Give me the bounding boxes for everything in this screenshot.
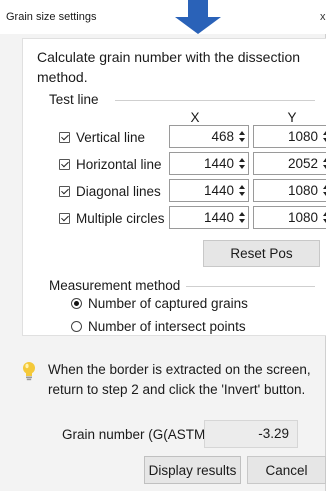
diagonal-lines-label: Diagonal lines	[76, 183, 161, 199]
settings-panel: Calculate grain number with the dissecti…	[22, 38, 326, 336]
diagonal-lines-y-spinner[interactable]: 1080	[253, 179, 326, 202]
grain-number-label: Grain number (G(ASTM)):	[62, 427, 219, 442]
title-bar: Grain size settings x	[0, 0, 326, 34]
intersect-points-radio[interactable]: Number of intersect points	[71, 316, 246, 336]
horizontal-line-label: Horizontal line	[76, 156, 162, 172]
spinner-arrows-icon[interactable]	[322, 156, 326, 171]
diagonal-lines-x-spinner[interactable]: 1440	[169, 179, 249, 202]
radio-unselected-icon	[71, 320, 82, 332]
horizontal-line-x-spinner[interactable]: 1440	[169, 152, 249, 175]
spinner-value: 1440	[203, 183, 234, 198]
spinner-value: 468	[211, 129, 234, 144]
test-line-divider	[115, 100, 315, 101]
intro-text: Calculate grain number with the dissecti…	[37, 49, 301, 85]
lightbulb-icon	[23, 362, 35, 381]
vertical-line-checkbox[interactable]: Vertical line	[59, 127, 145, 147]
vertical-line-label: Vertical line	[76, 129, 146, 145]
spinner-arrows-icon[interactable]	[322, 210, 326, 225]
spinner-value: 1080	[287, 183, 318, 198]
checkbox-checked-icon	[59, 212, 70, 224]
close-icon[interactable]: x	[320, 10, 326, 24]
spinner-arrows-icon[interactable]	[238, 183, 246, 198]
horizontal-line-checkbox[interactable]: Horizontal line	[59, 154, 162, 174]
grain-size-dialog: Grain size settings x Calculate grain nu…	[0, 0, 326, 491]
spinner-arrows-icon[interactable]	[322, 183, 326, 198]
captured-grains-radio[interactable]: Number of captured grains	[71, 293, 248, 313]
spinner-arrows-icon[interactable]	[322, 129, 326, 144]
multiple-circles-checkbox[interactable]: Multiple circles	[59, 208, 165, 228]
captured-grains-label: Number of captured grains	[88, 295, 248, 311]
spinner-value: 1440	[203, 156, 234, 171]
diagonal-lines-checkbox[interactable]: Diagonal lines	[59, 181, 161, 201]
hint-text: When the border is extracted on the scre…	[48, 362, 311, 397]
cancel-button[interactable]: Cancel	[247, 456, 326, 484]
spinner-value: 1080	[287, 129, 318, 144]
grain-number-value: -3.29	[204, 420, 298, 448]
multiple-circles-label: Multiple circles	[76, 210, 165, 226]
checkbox-checked-icon	[59, 158, 70, 170]
checkbox-checked-icon	[59, 131, 70, 143]
checkbox-checked-icon	[59, 185, 70, 197]
spinner-value: 1440	[203, 210, 234, 225]
spinner-arrows-icon[interactable]	[238, 156, 246, 171]
horizontal-line-y-spinner[interactable]: 2052	[253, 152, 326, 175]
multiple-circles-x-spinner[interactable]: 1440	[169, 206, 249, 229]
window-title: Grain size settings	[6, 11, 97, 23]
multiple-circles-y-spinner[interactable]: 1080	[253, 206, 326, 229]
spinner-value: 2052	[287, 156, 318, 171]
spinner-value: 1080	[287, 210, 318, 225]
measurement-divider	[181, 286, 315, 287]
radio-selected-icon	[71, 297, 82, 309]
down-arrow-icon	[175, 0, 221, 34]
reset-pos-button[interactable]: Reset Pos	[203, 240, 320, 267]
test-line-group-label: Test line	[49, 91, 105, 109]
display-results-button[interactable]: Display results	[144, 456, 241, 484]
vertical-line-x-spinner[interactable]: 468	[169, 125, 249, 148]
intersect-points-label: Number of intersect points	[88, 318, 246, 334]
spinner-arrows-icon[interactable]	[238, 210, 246, 225]
spinner-arrows-icon[interactable]	[238, 129, 246, 144]
vertical-line-y-spinner[interactable]: 1080	[253, 125, 326, 148]
